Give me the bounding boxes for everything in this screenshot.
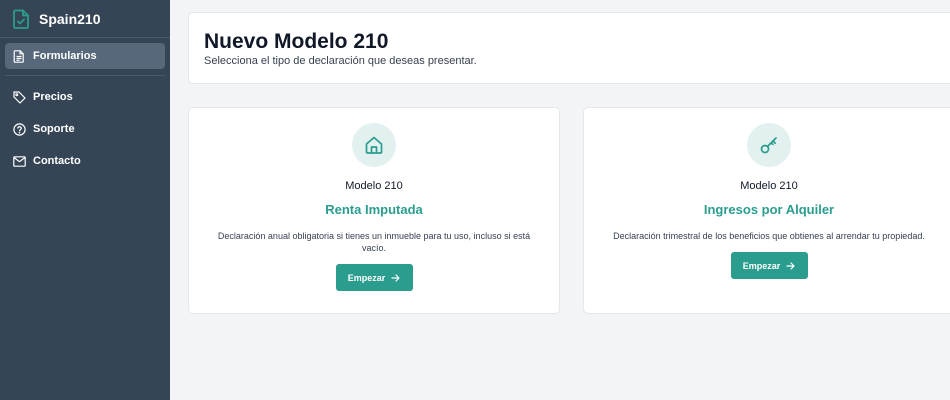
arrow-right-icon xyxy=(391,273,400,282)
sidebar-nav: Formularios Precios Soporte Contacto xyxy=(0,38,170,177)
sidebar-item-precios[interactable]: Precios xyxy=(5,81,165,113)
page-header: Nuevo Modelo 210 Selecciona el tipo de d… xyxy=(188,12,950,84)
tag-icon xyxy=(12,90,26,104)
card-model: Modelo 210 xyxy=(345,180,403,192)
card-title: Renta Imputada xyxy=(325,202,423,217)
sidebar: Spain210 Formularios Precios Soporte Con… xyxy=(0,0,170,400)
page-subtitle: Selecciona el tipo de declaración que de… xyxy=(204,55,477,67)
card-icon-circle xyxy=(352,123,396,167)
button-label: Empezar xyxy=(347,272,386,283)
start-button[interactable]: Empezar xyxy=(335,264,413,291)
mail-icon xyxy=(12,154,26,168)
document-check-icon xyxy=(12,9,30,29)
card-description: Declaración anual obligatoria si tienes … xyxy=(217,231,531,253)
sidebar-item-label: Precios xyxy=(33,91,73,103)
sidebar-item-formularios[interactable]: Formularios xyxy=(5,43,165,69)
document-icon xyxy=(12,49,26,63)
arrow-right-icon xyxy=(786,261,795,270)
page-title: Nuevo Modelo 210 xyxy=(204,30,389,53)
card-description: Declaración trimestral de los beneficios… xyxy=(613,231,925,241)
sidebar-divider xyxy=(5,75,165,76)
sidebar-item-soporte[interactable]: Soporte xyxy=(5,113,165,145)
home-icon xyxy=(364,135,384,155)
sidebar-item-label: Soporte xyxy=(33,123,75,135)
card-ingresos-alquiler: Modelo 210 Ingresos por Alquiler Declara… xyxy=(583,107,950,314)
card-title: Ingresos por Alquiler xyxy=(703,202,835,217)
card-renta-imputada: Modelo 210 Renta Imputada Declaración an… xyxy=(188,107,560,314)
sidebar-item-label: Contacto xyxy=(33,155,81,167)
card-icon-circle xyxy=(747,123,791,167)
button-label: Empezar xyxy=(742,260,781,271)
sidebar-item-label: Formularios xyxy=(33,50,97,62)
key-icon xyxy=(759,135,779,155)
brand-name: Spain210 xyxy=(39,10,101,27)
brand[interactable]: Spain210 xyxy=(0,0,170,38)
start-button[interactable]: Empezar xyxy=(730,252,808,279)
question-circle-icon xyxy=(12,122,26,136)
sidebar-item-contacto[interactable]: Contacto xyxy=(5,145,165,177)
card-model: Modelo 210 xyxy=(740,180,798,192)
